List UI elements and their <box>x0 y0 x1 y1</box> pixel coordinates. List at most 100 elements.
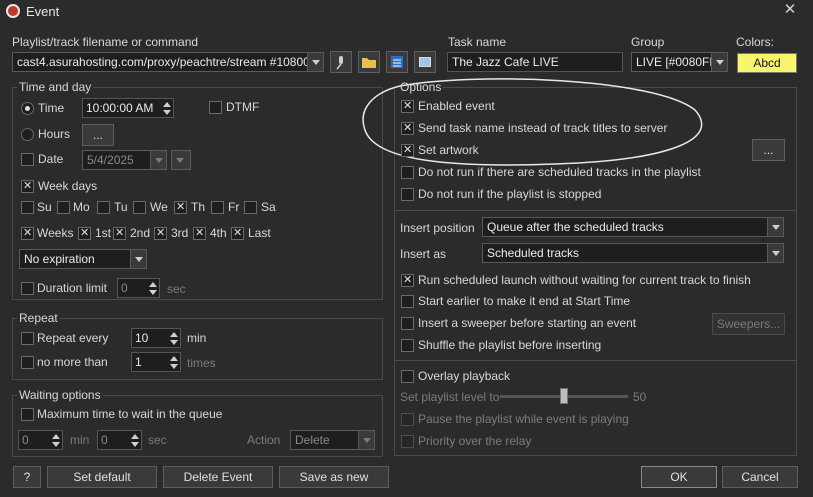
ok-button[interactable]: OK <box>641 466 717 488</box>
spin-up-icon[interactable] <box>170 356 178 361</box>
time-spinner[interactable]: 10:00:00 AM <box>82 98 174 118</box>
week-checkbox-4th[interactable] <box>193 226 206 240</box>
start-earlier-label: Start earlier to make it end at Start Ti… <box>418 294 631 308</box>
insert-sweeper-label: Insert a sweeper before starting an even… <box>418 316 637 330</box>
day-checkbox-we[interactable] <box>133 201 146 214</box>
wait-min-spinner[interactable]: 0 <box>18 430 63 450</box>
group-label: Group <box>631 35 665 49</box>
chevron-down-icon[interactable] <box>358 431 374 449</box>
dtmf-checkbox[interactable] <box>209 101 222 114</box>
time-value: 10:00:00 AM <box>86 101 154 115</box>
chevron-down-icon[interactable] <box>767 244 783 262</box>
insert-position-combo[interactable]: Queue after the scheduled tracks <box>482 217 784 237</box>
help-button[interactable]: ? <box>13 466 41 488</box>
hours-radio[interactable] <box>21 128 34 141</box>
day-checkbox-fr[interactable] <box>211 201 224 214</box>
playlist-combo[interactable]: cast4.asurahosting.com/proxy/peachtre/st… <box>12 52 324 72</box>
send-task-name-checkbox[interactable] <box>401 121 414 135</box>
spin-down-icon[interactable] <box>163 110 171 115</box>
shuffle-checkbox[interactable] <box>401 339 414 352</box>
week-days-label: Week days <box>38 179 98 193</box>
enabled-event-checkbox[interactable] <box>401 99 414 113</box>
max-wait-checkbox[interactable] <box>21 408 34 421</box>
week-label-3rd: 3rd <box>171 226 189 240</box>
no-run-stopped-checkbox[interactable] <box>401 188 414 201</box>
close-button[interactable]: ✕ <box>774 0 806 20</box>
sweepers-button[interactable]: Sweepers... <box>712 313 785 335</box>
set-artwork-checkbox[interactable] <box>401 143 414 157</box>
repeat-group <box>12 318 383 380</box>
microphone-button[interactable] <box>330 51 352 73</box>
time-label: Time <box>38 101 65 115</box>
spin-down-icon[interactable] <box>149 290 157 295</box>
hours-label: Hours <box>38 127 71 141</box>
spin-down-icon[interactable] <box>131 442 139 447</box>
save-as-new-button[interactable]: Save as new <box>279 466 389 488</box>
color-swatch-button[interactable]: Abcd <box>737 53 797 73</box>
repeat-every-spinner[interactable]: 10 <box>131 328 181 348</box>
date-checkbox[interactable] <box>21 153 34 166</box>
spin-up-icon[interactable] <box>149 282 157 287</box>
chevron-down-icon[interactable] <box>130 250 146 268</box>
no-run-scheduled-checkbox[interactable] <box>401 166 414 179</box>
spin-down-icon[interactable] <box>52 442 60 447</box>
day-checkbox-mo[interactable] <box>57 201 70 214</box>
date-dropdown-button[interactable] <box>171 150 191 170</box>
spin-down-icon[interactable] <box>170 340 178 345</box>
priority-relay-checkbox[interactable] <box>401 435 414 448</box>
day-checkbox-th[interactable] <box>174 200 187 214</box>
week-checkbox-1st[interactable] <box>78 226 91 240</box>
week-checkbox-2nd[interactable] <box>113 226 126 240</box>
repeat-every-checkbox[interactable] <box>21 332 34 345</box>
date-value: 5/4/2025 <box>87 153 134 167</box>
overlay-checkbox[interactable] <box>401 370 414 383</box>
spin-up-icon[interactable] <box>163 102 171 107</box>
level-slider-thumb[interactable] <box>560 388 568 404</box>
no-more-than-spinner[interactable]: 1 <box>131 352 181 372</box>
no-run-scheduled-label: Do not run if there are scheduled tracks… <box>418 165 701 179</box>
date-label: Date <box>38 152 64 166</box>
chevron-down-icon[interactable] <box>172 151 190 169</box>
level-value: 50 <box>633 390 647 404</box>
playlist-value: cast4.asurahosting.com/proxy/peachtre/st… <box>17 55 307 69</box>
no-more-than-checkbox[interactable] <box>21 356 34 369</box>
day-checkbox-su[interactable] <box>21 201 34 214</box>
insert-sweeper-checkbox[interactable] <box>401 317 414 330</box>
set-default-button[interactable]: Set default <box>47 466 157 488</box>
week-checkbox-3rd[interactable] <box>154 226 167 240</box>
chevron-down-icon[interactable] <box>767 218 783 236</box>
hours-button[interactable]: ... <box>82 124 114 146</box>
cancel-button[interactable]: Cancel <box>722 466 798 488</box>
start-earlier-checkbox[interactable] <box>401 295 414 308</box>
chevron-down-icon[interactable] <box>307 53 323 71</box>
wait-sec-spinner[interactable]: 0 <box>97 430 142 450</box>
expiration-combo[interactable]: No expiration <box>19 249 147 269</box>
spin-up-icon[interactable] <box>52 434 60 439</box>
duration-spinner[interactable]: 0 <box>117 278 160 298</box>
delete-event-button[interactable]: Delete Event <box>163 466 273 488</box>
date-picker[interactable]: 5/4/2025 <box>82 150 167 170</box>
action-combo[interactable]: Delete <box>290 430 375 450</box>
spin-up-icon[interactable] <box>170 332 178 337</box>
spin-up-icon[interactable] <box>131 434 139 439</box>
duration-limit-checkbox[interactable] <box>21 282 34 295</box>
day-checkbox-sa[interactable] <box>244 201 257 214</box>
artwork-browse-button[interactable]: ... <box>752 139 785 161</box>
insert-as-combo[interactable]: Scheduled tracks <box>482 243 784 263</box>
spin-down-icon[interactable] <box>170 364 178 369</box>
day-checkbox-tu[interactable] <box>97 201 110 214</box>
weeks-checkbox[interactable] <box>21 226 34 240</box>
duration-value: 0 <box>121 281 128 295</box>
repeat-every-label: Repeat every <box>37 331 109 345</box>
week-checkbox-last[interactable] <box>231 226 244 240</box>
run-without-wait-checkbox[interactable] <box>401 273 414 287</box>
chevron-down-icon[interactable] <box>150 151 166 169</box>
time-and-day-title: Time and day <box>17 80 94 94</box>
wait-sec-value: 0 <box>101 433 108 447</box>
week-days-checkbox[interactable] <box>21 179 34 193</box>
enabled-event-label: Enabled event <box>418 99 495 113</box>
max-wait-label: Maximum time to wait in the queue <box>37 407 223 421</box>
time-radio[interactable] <box>21 102 34 115</box>
day-label-th: Th <box>191 200 206 214</box>
pause-playlist-checkbox[interactable] <box>401 413 414 426</box>
